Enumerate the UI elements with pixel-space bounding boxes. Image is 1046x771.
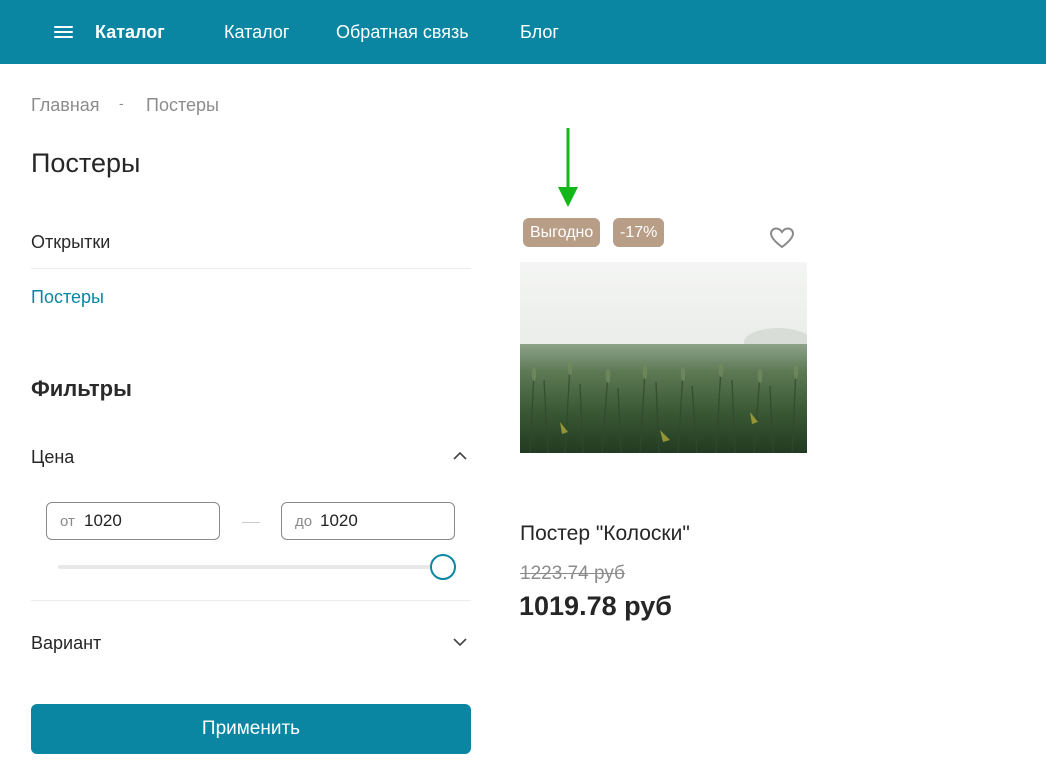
- page-title: Постеры: [31, 148, 141, 178]
- heart-favorite-icon[interactable]: [769, 226, 795, 250]
- nav-link-catalog[interactable]: Каталог: [224, 22, 289, 43]
- price-from-field[interactable]: от: [46, 502, 220, 540]
- price-filter-label: Цена: [31, 447, 75, 467]
- price-from-input[interactable]: [84, 509, 194, 533]
- product-name[interactable]: Постер "Колоски": [520, 522, 690, 546]
- price-to-prefix: до: [295, 513, 313, 530]
- product-price: 1019.78 руб: [519, 591, 672, 621]
- product-old-price: 1223.74 руб: [520, 563, 625, 584]
- category-item-posters[interactable]: Постеры: [31, 287, 104, 308]
- filter-divider: [31, 600, 471, 601]
- variant-filter-label: Вариант: [31, 633, 102, 653]
- badge-profitable: Выгодно: [523, 218, 601, 247]
- product-image-wheat-field[interactable]: [520, 262, 807, 453]
- breadcrumb-separator: -: [119, 95, 124, 111]
- category-item-postcards[interactable]: Открытки: [31, 232, 110, 253]
- annotation-arrow-down-icon: [558, 128, 578, 207]
- price-filter-header[interactable]: Цена: [31, 443, 471, 473]
- variant-filter-header[interactable]: Вариант: [31, 629, 471, 659]
- badge-discount: -17%: [613, 218, 665, 247]
- nav-link-blog[interactable]: Блог: [520, 22, 559, 43]
- filters-title: Фильтры: [31, 376, 132, 401]
- chevron-up-icon[interactable]: [451, 447, 469, 465]
- nav-link-feedback[interactable]: Обратная связь: [336, 22, 469, 43]
- price-from-prefix: от: [60, 513, 75, 530]
- breadcrumb-current: Постеры: [146, 95, 219, 115]
- price-range-dash: [242, 522, 260, 523]
- brand-catalog-label[interactable]: Каталог: [95, 22, 165, 43]
- top-header: Каталог Каталог Обратная связь Блог: [0, 0, 1046, 64]
- apply-filters-button[interactable]: Применить: [31, 704, 471, 754]
- hamburger-menu-icon[interactable]: [53, 23, 75, 41]
- price-to-field[interactable]: до: [281, 502, 455, 540]
- breadcrumb-home[interactable]: Главная: [31, 95, 100, 116]
- category-divider: [31, 268, 471, 269]
- price-to-input[interactable]: [320, 509, 430, 533]
- price-slider-track[interactable]: [58, 565, 443, 569]
- price-slider-handle[interactable]: [430, 554, 456, 580]
- chevron-down-icon[interactable]: [451, 633, 469, 651]
